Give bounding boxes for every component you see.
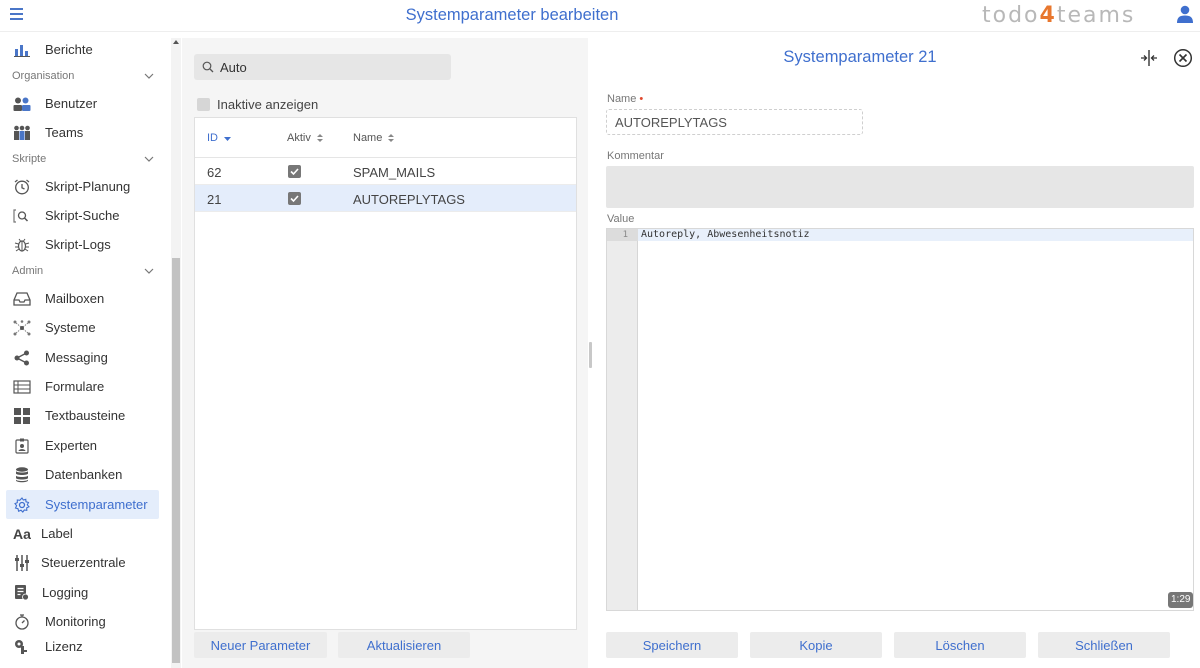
sidebar-item-label[interactable]: Aa Label	[6, 519, 159, 548]
detail-title: Systemparameter 21	[783, 48, 937, 66]
comment-field[interactable]	[606, 166, 1194, 208]
parameter-table: ID Aktiv Name 62 SPAM_MAILS 21 AUTOREPLY…	[194, 117, 577, 630]
key-icon	[12, 638, 32, 656]
text-format-icon: Aa	[13, 525, 31, 542]
sidebar-item-berichte[interactable]: Berichte	[6, 38, 159, 64]
inbox-icon	[12, 290, 32, 308]
sidebar-item-systeme[interactable]: Systeme	[6, 313, 159, 342]
grid-icon	[12, 407, 32, 425]
section-organisation[interactable]: Organisation	[12, 66, 154, 86]
chevron-down-icon	[144, 156, 154, 162]
search-box[interactable]	[194, 54, 451, 80]
active-checkbox	[288, 165, 301, 178]
table-row[interactable]: 62 SPAM_MAILS	[195, 158, 576, 185]
name-label: Name •	[607, 93, 644, 105]
copy-button[interactable]: Kopie	[750, 632, 882, 658]
sidebar-item-datenbanken[interactable]: Datenbanken	[6, 460, 159, 489]
chevron-down-icon	[144, 73, 154, 79]
comment-label: Kommentar	[607, 150, 664, 162]
sort-desc-icon	[224, 136, 231, 141]
database-icon	[12, 466, 32, 484]
refresh-button[interactable]: Aktualisieren	[338, 632, 470, 658]
section-skripte[interactable]: Skripte	[12, 149, 154, 169]
code-line[interactable]: Autoreply, Abwesenheitsnotiz	[641, 229, 810, 241]
sidebar-item-logging[interactable]: Logging	[6, 578, 159, 607]
table-header: ID Aktiv Name	[195, 118, 576, 158]
sidebar-item-experten[interactable]: Experten	[6, 431, 159, 460]
search-icon	[202, 61, 214, 73]
sidebar-item-teams[interactable]: Teams	[6, 118, 159, 147]
user-account-icon[interactable]	[1176, 5, 1194, 24]
search-input[interactable]	[220, 59, 440, 75]
new-parameter-button[interactable]: Neuer Parameter	[194, 632, 327, 658]
split-view-icon[interactable]	[1140, 49, 1158, 67]
log-icon	[12, 584, 32, 602]
badge-icon	[12, 437, 32, 455]
chevron-down-icon	[144, 268, 154, 274]
network-icon	[12, 319, 32, 337]
gear-icon	[12, 496, 32, 514]
sort-icon	[388, 134, 395, 142]
sidebar-scrollbar-thumb[interactable]	[172, 258, 180, 663]
save-button[interactable]: Speichern	[606, 632, 738, 658]
top-bar: Systemparameter bearbeiten todo4teams	[0, 0, 1200, 32]
sidebar-item-lizenz[interactable]: Lizenz	[6, 632, 159, 661]
delete-button[interactable]: Löschen	[894, 632, 1026, 658]
show-inactive-toggle[interactable]: Inaktive anzeigen	[197, 97, 318, 112]
form-icon	[12, 378, 32, 396]
active-checkbox	[288, 192, 301, 205]
sidebar: Berichte Organisation Benutzer Teams Skr…	[0, 38, 170, 668]
bug-icon	[12, 236, 32, 254]
scroll-up-arrow-icon[interactable]	[173, 40, 179, 44]
line-number-gutter: 1	[607, 229, 638, 610]
column-header-name[interactable]: Name	[353, 132, 395, 144]
sort-icon	[316, 134, 323, 142]
sidebar-item-messaging[interactable]: Messaging	[6, 343, 159, 372]
sidebar-item-skript-suche[interactable]: Skript-Suche	[6, 201, 159, 230]
sidebar-item-formulare[interactable]: Formulare	[6, 372, 159, 401]
teams-icon	[12, 124, 32, 142]
page-title: Systemparameter bearbeiten	[405, 6, 619, 24]
close-icon[interactable]	[1173, 48, 1193, 68]
name-field[interactable]	[606, 109, 863, 135]
column-header-aktiv[interactable]: Aktiv	[287, 132, 323, 144]
sidebar-item-textbausteine[interactable]: Textbausteine	[6, 401, 159, 430]
clock-icon	[12, 178, 32, 196]
sidebar-item-skript-planung[interactable]: Skript-Planung	[6, 172, 159, 201]
section-admin[interactable]: Admin	[12, 261, 154, 281]
show-inactive-checkbox[interactable]	[197, 98, 210, 111]
users-icon	[12, 95, 32, 113]
sidebar-item-steuerzentrale[interactable]: Steuerzentrale	[6, 548, 159, 577]
sidebar-item-benutzer[interactable]: Benutzer	[6, 89, 159, 118]
value-code-editor[interactable]: 1 Autoreply, Abwesenheitsnotiz	[606, 228, 1194, 611]
column-header-id[interactable]: ID	[207, 132, 231, 144]
share-icon	[12, 349, 32, 367]
brand-logo: todo4teams	[982, 3, 1136, 28]
sidebar-item-skript-logs[interactable]: Skript-Logs	[6, 230, 159, 259]
sidebar-item-systemparameter[interactable]: Systemparameter	[6, 490, 159, 519]
table-row-selected[interactable]: 21 AUTOREPLYTAGS	[195, 185, 576, 212]
close-button[interactable]: Schließen	[1038, 632, 1170, 658]
timer-icon	[12, 613, 32, 631]
cursor-position-badge: 1:29	[1168, 592, 1194, 608]
panel-resize-handle[interactable]	[589, 342, 592, 368]
sidebar-item-mailboxen[interactable]: Mailboxen	[6, 284, 159, 313]
bar-chart-icon	[12, 41, 32, 59]
search-code-icon	[12, 207, 32, 225]
value-label: Value	[607, 213, 635, 225]
sliders-icon	[12, 554, 32, 572]
